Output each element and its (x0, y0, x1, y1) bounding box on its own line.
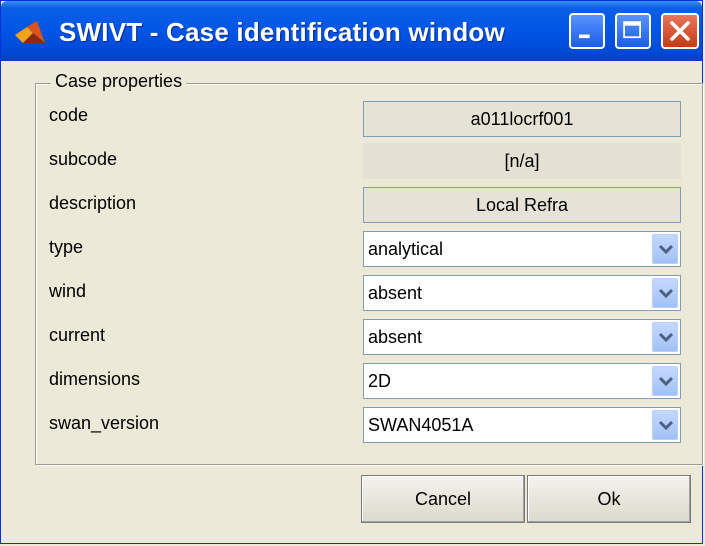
swan-version-select-value: SWAN4051A (368, 415, 474, 435)
swan-version-select[interactable]: SWAN4051A (363, 407, 681, 443)
description-label: description (49, 193, 137, 213)
swan-version-dropdown-button[interactable] (652, 410, 678, 440)
dimensions-select[interactable]: 2D (363, 363, 681, 399)
type-select[interactable]: analytical (363, 231, 681, 267)
dialog-window: SWIVT - Case identification window Case … (0, 0, 703, 544)
wind-select-value: absent (368, 283, 423, 303)
dimensions-select-value: 2D (368, 371, 392, 391)
window-title: SWIVT - Case identification window (59, 17, 505, 47)
chevron-down-icon (658, 420, 674, 431)
type-dropdown-button[interactable] (652, 234, 678, 264)
dialog-body: Case properties code a011locrf001 subcod… (9, 63, 703, 539)
subcode-label: subcode (49, 149, 118, 169)
wind-select[interactable]: absent (363, 275, 681, 311)
chevron-down-icon (658, 244, 674, 255)
dimensions-dropdown-button[interactable] (652, 366, 678, 396)
type-select-value: analytical (368, 239, 444, 259)
title-bar[interactable]: SWIVT - Case identification window (1, 1, 702, 61)
maximize-button[interactable] (615, 13, 651, 49)
matlab-logo-icon (15, 21, 45, 43)
current-label: current (49, 325, 106, 345)
code-label: code (49, 105, 89, 125)
chevron-down-icon (658, 376, 674, 387)
close-icon (670, 21, 690, 41)
current-dropdown-button[interactable] (652, 322, 678, 352)
dimensions-label: dimensions (49, 369, 141, 389)
code-field[interactable]: a011locrf001 (363, 101, 681, 137)
minimize-button[interactable] (569, 13, 605, 49)
wind-dropdown-button[interactable] (652, 278, 678, 308)
swan-version-label: swan_version (49, 413, 160, 433)
close-button[interactable] (661, 13, 699, 49)
current-select-value: absent (368, 327, 423, 347)
subcode-value: [n/a] (363, 143, 681, 179)
maximize-icon (623, 21, 641, 39)
current-select[interactable]: absent (363, 319, 681, 355)
wind-label: wind (49, 281, 87, 301)
minimize-icon (579, 34, 590, 39)
type-label: type (49, 237, 84, 257)
group-title: Case properties (51, 71, 187, 92)
description-field[interactable]: Local Refra (363, 187, 681, 223)
chevron-down-icon (658, 332, 674, 343)
ok-button[interactable]: Ok (527, 475, 691, 523)
chevron-down-icon (658, 288, 674, 299)
cancel-button[interactable]: Cancel (361, 475, 525, 523)
